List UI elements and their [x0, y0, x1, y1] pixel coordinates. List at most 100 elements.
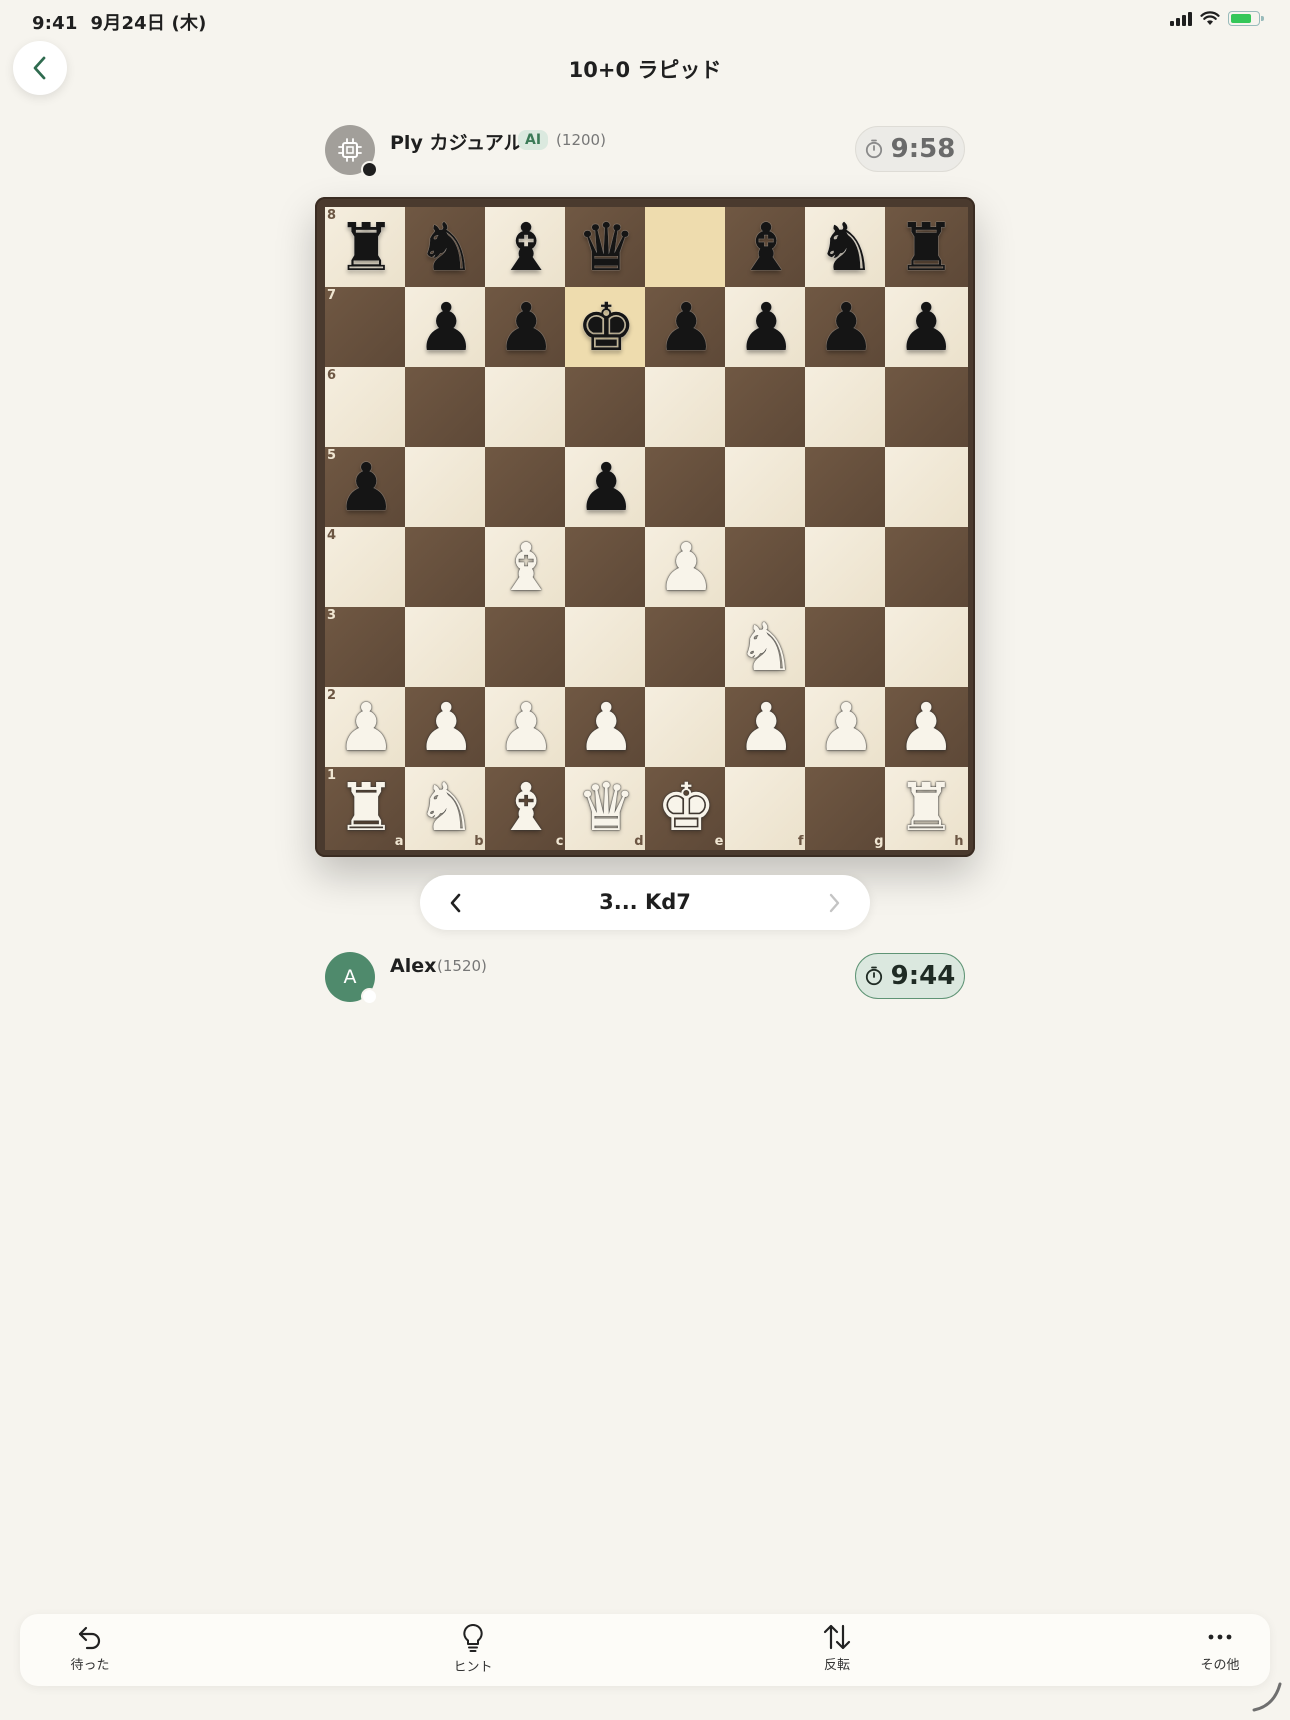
square-f3[interactable]: ♞: [725, 607, 808, 690]
square-h7[interactable]: ♟: [885, 287, 968, 370]
white-pawn-b2[interactable]: ♟: [405, 687, 488, 770]
square-c1[interactable]: c ♝: [485, 767, 568, 850]
square-b6[interactable]: [405, 367, 488, 450]
next-move-button[interactable]: [804, 875, 864, 930]
square-b3[interactable]: [405, 607, 488, 690]
square-c5[interactable]: [485, 447, 568, 530]
square-f1[interactable]: f: [725, 767, 808, 850]
square-h3[interactable]: [885, 607, 968, 690]
black-bishop-f8[interactable]: ♝: [725, 207, 808, 290]
square-c2[interactable]: ♟: [485, 687, 568, 770]
black-pawn-d5[interactable]: ♟: [565, 447, 648, 530]
white-rook-a1[interactable]: ♜: [325, 767, 408, 850]
square-g4[interactable]: [805, 527, 888, 610]
square-h6[interactable]: [885, 367, 968, 450]
square-e5[interactable]: [645, 447, 728, 530]
square-c8[interactable]: ♝: [485, 207, 568, 290]
square-e2[interactable]: [645, 687, 728, 770]
square-a3[interactable]: 3: [325, 607, 408, 690]
square-a1[interactable]: 1 a ♜: [325, 767, 408, 850]
white-pawn-g2[interactable]: ♟: [805, 687, 888, 770]
square-b1[interactable]: b ♞: [405, 767, 488, 850]
white-bishop-c1[interactable]: ♝: [485, 767, 568, 850]
square-c3[interactable]: [485, 607, 568, 690]
black-king-d7[interactable]: ♚: [565, 287, 648, 370]
square-f2[interactable]: ♟: [725, 687, 808, 770]
square-d2[interactable]: ♟: [565, 687, 648, 770]
white-pawn-h2[interactable]: ♟: [885, 687, 968, 770]
white-pawn-c2[interactable]: ♟: [485, 687, 568, 770]
square-h2[interactable]: ♟: [885, 687, 968, 770]
square-h1[interactable]: h ♜: [885, 767, 968, 850]
black-knight-b8[interactable]: ♞: [405, 207, 488, 290]
square-d4[interactable]: [565, 527, 648, 610]
white-pawn-e4[interactable]: ♟: [645, 527, 728, 610]
undo-button[interactable]: 待った: [35, 1622, 145, 1682]
square-g3[interactable]: [805, 607, 888, 690]
black-queen-d8[interactable]: ♛: [565, 207, 648, 290]
black-pawn-f7[interactable]: ♟: [725, 287, 808, 370]
black-pawn-c7[interactable]: ♟: [485, 287, 568, 370]
square-a4[interactable]: 4: [325, 527, 408, 610]
black-pawn-h7[interactable]: ♟: [885, 287, 968, 370]
square-a6[interactable]: 6: [325, 367, 408, 450]
square-e1[interactable]: e ♚: [645, 767, 728, 850]
square-g2[interactable]: ♟: [805, 687, 888, 770]
hint-button[interactable]: ヒント: [418, 1622, 528, 1682]
white-bishop-c4[interactable]: ♝: [485, 527, 568, 610]
white-pawn-d2[interactable]: ♟: [565, 687, 648, 770]
square-c6[interactable]: [485, 367, 568, 450]
square-c7[interactable]: ♟: [485, 287, 568, 370]
square-b7[interactable]: ♟: [405, 287, 488, 370]
white-pawn-a2[interactable]: ♟: [325, 687, 408, 770]
square-h8[interactable]: ♜: [885, 207, 968, 290]
square-b2[interactable]: ♟: [405, 687, 488, 770]
square-b5[interactable]: [405, 447, 488, 530]
black-pawn-e7[interactable]: ♟: [645, 287, 728, 370]
square-a7[interactable]: 7: [325, 287, 408, 370]
square-b8[interactable]: ♞: [405, 207, 488, 290]
square-c4[interactable]: ♝: [485, 527, 568, 610]
square-a5[interactable]: 5 ♟: [325, 447, 408, 530]
square-f5[interactable]: [725, 447, 808, 530]
square-g5[interactable]: [805, 447, 888, 530]
white-knight-b1[interactable]: ♞: [405, 767, 488, 850]
more-button[interactable]: その他: [1165, 1622, 1275, 1682]
flip-board-button[interactable]: 反転: [782, 1622, 892, 1682]
square-h5[interactable]: [885, 447, 968, 530]
square-e8[interactable]: [645, 207, 728, 290]
square-d7[interactable]: ♚: [565, 287, 648, 370]
black-pawn-a5[interactable]: ♟: [325, 447, 408, 530]
square-d1[interactable]: d ♛: [565, 767, 648, 850]
square-d5[interactable]: ♟: [565, 447, 648, 530]
square-g8[interactable]: ♞: [805, 207, 888, 290]
square-f8[interactable]: ♝: [725, 207, 808, 290]
square-a2[interactable]: 2 ♟: [325, 687, 408, 770]
square-f4[interactable]: [725, 527, 808, 610]
square-a8[interactable]: 8 ♜: [325, 207, 408, 290]
square-e4[interactable]: ♟: [645, 527, 728, 610]
black-rook-a8[interactable]: ♜: [325, 207, 408, 290]
white-queen-d1[interactable]: ♛: [565, 767, 648, 850]
black-pawn-g7[interactable]: ♟: [805, 287, 888, 370]
white-rook-h1[interactable]: ♜: [885, 767, 968, 850]
square-e6[interactable]: [645, 367, 728, 450]
black-bishop-c8[interactable]: ♝: [485, 207, 568, 290]
square-d6[interactable]: [565, 367, 648, 450]
chess-board[interactable]: 8 ♜ ♞ ♝ ♛ ♝ ♞ ♜ 7 ♟ ♟ ♚ ♟ ♟ ♟ ♟ 6 5 ♟ ♟ 4 ♝ ♟ 3 ♞ 2 ♟ ♟ ♟ ♟ ♟ ♟ ♟ 1 a ♜ b ♞ c ♝…: [325, 207, 968, 850]
black-knight-g8[interactable]: ♞: [805, 207, 888, 290]
square-e7[interactable]: ♟: [645, 287, 728, 370]
black-pawn-b7[interactable]: ♟: [405, 287, 488, 370]
square-g7[interactable]: ♟: [805, 287, 888, 370]
square-d3[interactable]: [565, 607, 648, 690]
square-f6[interactable]: [725, 367, 808, 450]
square-g1[interactable]: g: [805, 767, 888, 850]
square-b4[interactable]: [405, 527, 488, 610]
white-pawn-f2[interactable]: ♟: [725, 687, 808, 770]
square-e3[interactable]: [645, 607, 728, 690]
square-h4[interactable]: [885, 527, 968, 610]
white-knight-f3[interactable]: ♞: [725, 607, 808, 690]
white-king-e1[interactable]: ♚: [645, 767, 728, 850]
square-g6[interactable]: [805, 367, 888, 450]
black-rook-h8[interactable]: ♜: [885, 207, 968, 290]
